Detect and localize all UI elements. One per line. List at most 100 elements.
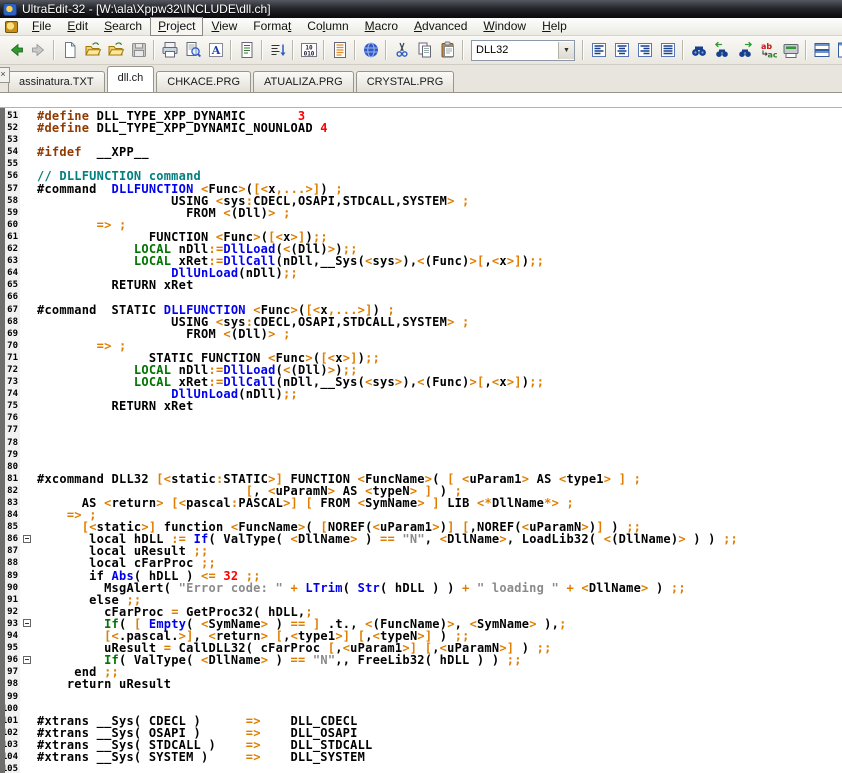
open-file-icon[interactable]: [81, 38, 104, 62]
code-editor[interactable]: 51#define DLL_TYPE_XPP_DYNAMIC 352#defin…: [0, 108, 842, 773]
toolbar-separator: [261, 40, 263, 60]
tab-assinatura-txt[interactable]: assinatura.TXT: [8, 71, 105, 92]
find-next-icon[interactable]: [733, 38, 756, 62]
ultraedit-window: UltraEdit-32 - [W:\ala\Xppw32\INCLUDE\dl…: [0, 0, 842, 773]
fold-margin: [20, 557, 34, 569]
menu-macro[interactable]: Macro: [357, 17, 406, 36]
tab-dll-ch[interactable]: dll.ch: [107, 66, 155, 92]
fold-margin: [20, 122, 34, 134]
code-line[interactable]: 52#define DLL_TYPE_XPP_DYNAMIC_NOUNLOAD …: [5, 122, 842, 134]
new-file-icon[interactable]: [58, 38, 81, 62]
line-number: 92: [5, 606, 20, 618]
find-in-files-icon[interactable]: [779, 38, 802, 62]
forward-icon[interactable]: [27, 38, 50, 62]
menu-search[interactable]: Search: [96, 17, 150, 36]
code-line[interactable]: 77: [5, 424, 842, 436]
menu-window[interactable]: Window: [475, 17, 534, 36]
tab-crystal-prg[interactable]: CRYSTAL.PRG: [356, 71, 455, 92]
font-icon[interactable]: A: [204, 38, 227, 62]
align-justify-icon[interactable]: [656, 38, 679, 62]
function-list-icon[interactable]: [328, 38, 351, 62]
fold-margin: [20, 364, 34, 376]
line-number: 105: [5, 763, 20, 773]
toolbar-separator: [153, 40, 155, 60]
copy-icon[interactable]: [413, 38, 436, 62]
code-line[interactable]: 79: [5, 449, 842, 461]
code-line[interactable]: 69 FROM <(Dll)> ;: [5, 328, 842, 340]
code-line[interactable]: 59 FROM <(Dll)> ;: [5, 207, 842, 219]
line-number: 77: [5, 424, 20, 436]
menu-file[interactable]: File: [24, 17, 59, 36]
mirror-display-icon[interactable]: [235, 38, 258, 62]
code-line[interactable]: 75 RETURN xRet: [5, 400, 842, 412]
print-preview-icon[interactable]: [181, 38, 204, 62]
code-text: #ifdef __XPP__: [34, 146, 149, 158]
line-number: 103: [5, 739, 20, 751]
menu-project[interactable]: Project: [150, 17, 203, 36]
find-icon[interactable]: [687, 38, 710, 62]
code-line[interactable]: 104#xtrans __Sys( SYSTEM ) => DLL_SYSTEM: [5, 751, 842, 763]
align-left-icon[interactable]: [587, 38, 610, 62]
code-line[interactable]: 78: [5, 437, 842, 449]
fold-margin: [20, 183, 34, 195]
fold-margin: [20, 170, 34, 182]
align-right-icon[interactable]: [633, 38, 656, 62]
fold-collapse-icon[interactable]: [23, 535, 31, 543]
fold-margin: [20, 412, 34, 424]
replace-icon[interactable]: abac: [756, 38, 779, 62]
menu-format[interactable]: Format: [245, 17, 299, 36]
menu-advanced[interactable]: Advanced: [406, 17, 475, 36]
fold-margin: [20, 316, 34, 328]
menu-column[interactable]: Column: [299, 17, 356, 36]
code-line[interactable]: 99: [5, 691, 842, 703]
document-system-icon[interactable]: [5, 21, 18, 33]
cut-icon[interactable]: [390, 38, 413, 62]
tab-chkace-prg[interactable]: CHKACE.PRG: [156, 71, 251, 92]
code-text: AS <return> [<pascal:PASCAL>] [ FROM <Sy…: [34, 497, 574, 509]
split-vertical-icon[interactable]: [833, 38, 842, 62]
code-line[interactable]: 65 RETURN xRet: [5, 279, 842, 291]
fold-collapse-icon[interactable]: [23, 619, 31, 627]
code-line[interactable]: 83 AS <return> [<pascal:PASCAL>] [ FROM …: [5, 497, 842, 509]
chevron-down-icon[interactable]: ▼: [558, 42, 574, 59]
paste-icon[interactable]: [436, 38, 459, 62]
back-icon[interactable]: [4, 38, 27, 62]
line-number: 79: [5, 449, 20, 461]
code-line[interactable]: 105: [5, 763, 842, 773]
line-number: 87: [5, 545, 20, 557]
tab-scroll-stub[interactable]: ×: [0, 67, 10, 83]
tab-atualiza-prg[interactable]: ATUALIZA.PRG: [253, 71, 354, 92]
menu-view[interactable]: View: [203, 17, 245, 36]
menu-edit[interactable]: Edit: [59, 17, 96, 36]
favorites-combobox[interactable]: DLL32▼: [471, 40, 575, 61]
save-icon[interactable]: [127, 38, 150, 62]
browser-icon[interactable]: [359, 38, 382, 62]
line-number: 99: [5, 691, 20, 703]
fold-margin: [20, 485, 34, 497]
fold-margin: [20, 134, 34, 146]
fold-margin: [20, 304, 34, 316]
code-line[interactable]: 76: [5, 412, 842, 424]
menu-help[interactable]: Help: [534, 17, 575, 36]
sort-icon[interactable]: [266, 38, 289, 62]
window-title: UltraEdit-32 - [W:\ala\Xppw32\INCLUDE\dl…: [22, 2, 271, 16]
find-prev-icon[interactable]: [710, 38, 733, 62]
code-line[interactable]: 96 If( ValType( <DllName> ) == "N",, Fre…: [5, 654, 842, 666]
open-ftp-icon[interactable]: [104, 38, 127, 62]
split-horizontal-icon[interactable]: [810, 38, 833, 62]
hex-edit-icon[interactable]: 10010: [297, 38, 320, 62]
fold-margin: [20, 739, 34, 751]
fold-margin: [20, 691, 34, 703]
fold-collapse-icon[interactable]: [23, 656, 31, 664]
align-center-icon[interactable]: [610, 38, 633, 62]
fold-margin: [20, 473, 34, 485]
print-icon[interactable]: [158, 38, 181, 62]
line-number: 91: [5, 594, 20, 606]
code-text: RETURN xRet: [34, 279, 194, 291]
code-line[interactable]: 54#ifdef __XPP__: [5, 146, 842, 158]
line-number: 61: [5, 231, 20, 243]
code-line[interactable]: 98 return uResult: [5, 678, 842, 690]
line-number: 67: [5, 304, 20, 316]
app-icon[interactable]: [3, 3, 17, 16]
line-number: 64: [5, 267, 20, 279]
